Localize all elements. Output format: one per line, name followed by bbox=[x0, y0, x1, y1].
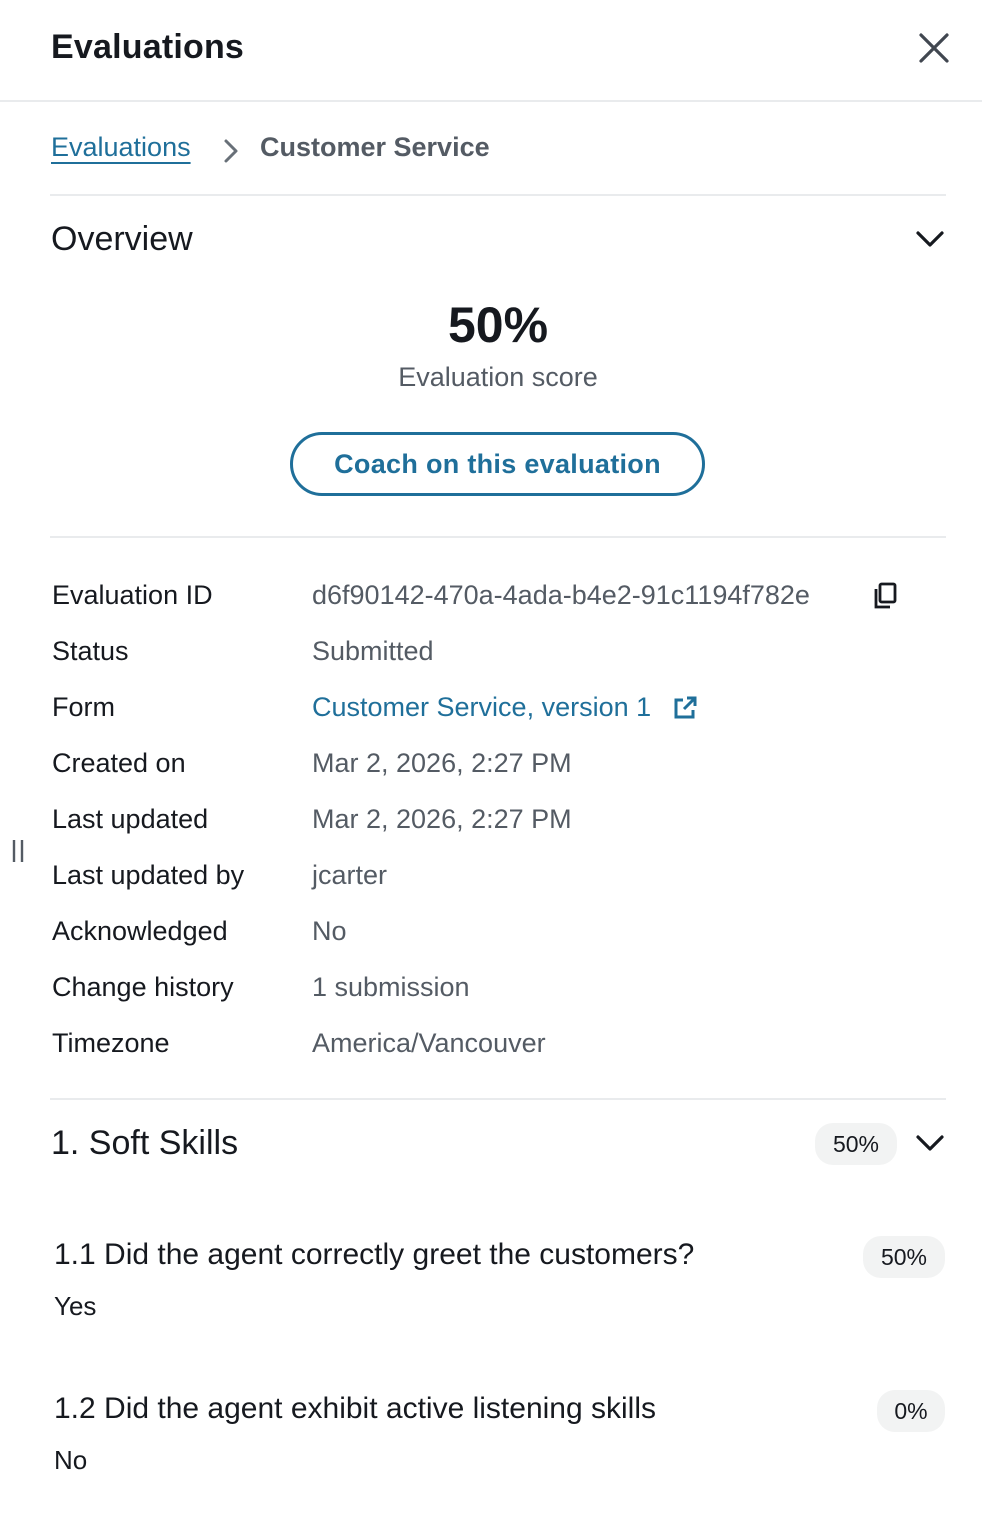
chevron-down-icon[interactable] bbox=[913, 222, 947, 256]
detail-value-evaluation-id: d6f90142-470a-4ada-b4e2-91c1194f782e bbox=[312, 580, 810, 610]
detail-value-last-updated-by: jcarter bbox=[312, 860, 388, 890]
divider bbox=[50, 1098, 946, 1100]
evaluations-panel: Evaluations Evaluations Customer Service… bbox=[0, 0, 982, 1520]
divider bbox=[50, 194, 946, 196]
form-link[interactable]: Customer Service, version 1 bbox=[312, 692, 651, 723]
detail-label-timezone: Timezone bbox=[52, 1028, 170, 1058]
question-answer: No bbox=[54, 1445, 88, 1475]
detail-value-created-on: Mar 2, 2026, 2:27 PM bbox=[312, 748, 572, 778]
detail-label-last-updated: Last updated bbox=[52, 804, 209, 834]
question-text: 1.2 Did the agent exhibit active listeni… bbox=[54, 1392, 656, 1425]
detail-label-status: Status bbox=[52, 636, 129, 666]
detail-value-last-updated: Mar 2, 2026, 2:27 PM bbox=[312, 804, 572, 834]
detail-label-form: Form bbox=[52, 692, 115, 722]
chevron-down-icon[interactable] bbox=[913, 1126, 947, 1160]
detail-label-last-updated-by: Last updated by bbox=[52, 860, 245, 890]
close-button[interactable] bbox=[914, 28, 954, 68]
detail-value-timezone: America/Vancouver bbox=[312, 1028, 546, 1058]
question-answer: Yes bbox=[54, 1291, 97, 1321]
evaluation-score-label: Evaluation score bbox=[398, 362, 598, 392]
external-link-icon[interactable] bbox=[671, 694, 699, 722]
resize-handle-icon[interactable] bbox=[8, 838, 28, 864]
detail-label-evaluation-id: Evaluation ID bbox=[52, 580, 213, 610]
panel-header: Evaluations bbox=[0, 0, 982, 102]
close-icon bbox=[919, 33, 949, 63]
chevron-right-icon bbox=[224, 139, 238, 163]
detail-label-created-on: Created on bbox=[52, 748, 186, 778]
breadcrumb-evaluations-link[interactable]: Evaluations bbox=[51, 132, 191, 163]
detail-value-status: Submitted bbox=[312, 636, 434, 666]
panel-title: Evaluations bbox=[51, 28, 245, 66]
divider bbox=[50, 536, 946, 538]
section-heading-soft-skills: 1. Soft Skills bbox=[51, 1124, 239, 1162]
section-score-badge: 50% bbox=[815, 1123, 897, 1165]
coach-on-evaluation-button[interactable]: Coach on this evaluation bbox=[290, 432, 705, 496]
question-score-badge: 0% bbox=[877, 1390, 945, 1432]
breadcrumb-current: Customer Service bbox=[260, 132, 490, 162]
question-score-badge: 50% bbox=[863, 1236, 945, 1278]
copy-icon[interactable] bbox=[871, 581, 899, 611]
detail-value-change-history: 1 submission bbox=[312, 972, 470, 1002]
evaluation-score-value: 50% bbox=[447, 297, 549, 353]
detail-label-change-history: Change history bbox=[52, 972, 234, 1002]
detail-label-acknowledged: Acknowledged bbox=[52, 916, 228, 946]
detail-value-acknowledged: No bbox=[312, 916, 347, 946]
question-text: 1.1 Did the agent correctly greet the cu… bbox=[54, 1238, 695, 1271]
overview-heading: Overview bbox=[51, 220, 193, 258]
